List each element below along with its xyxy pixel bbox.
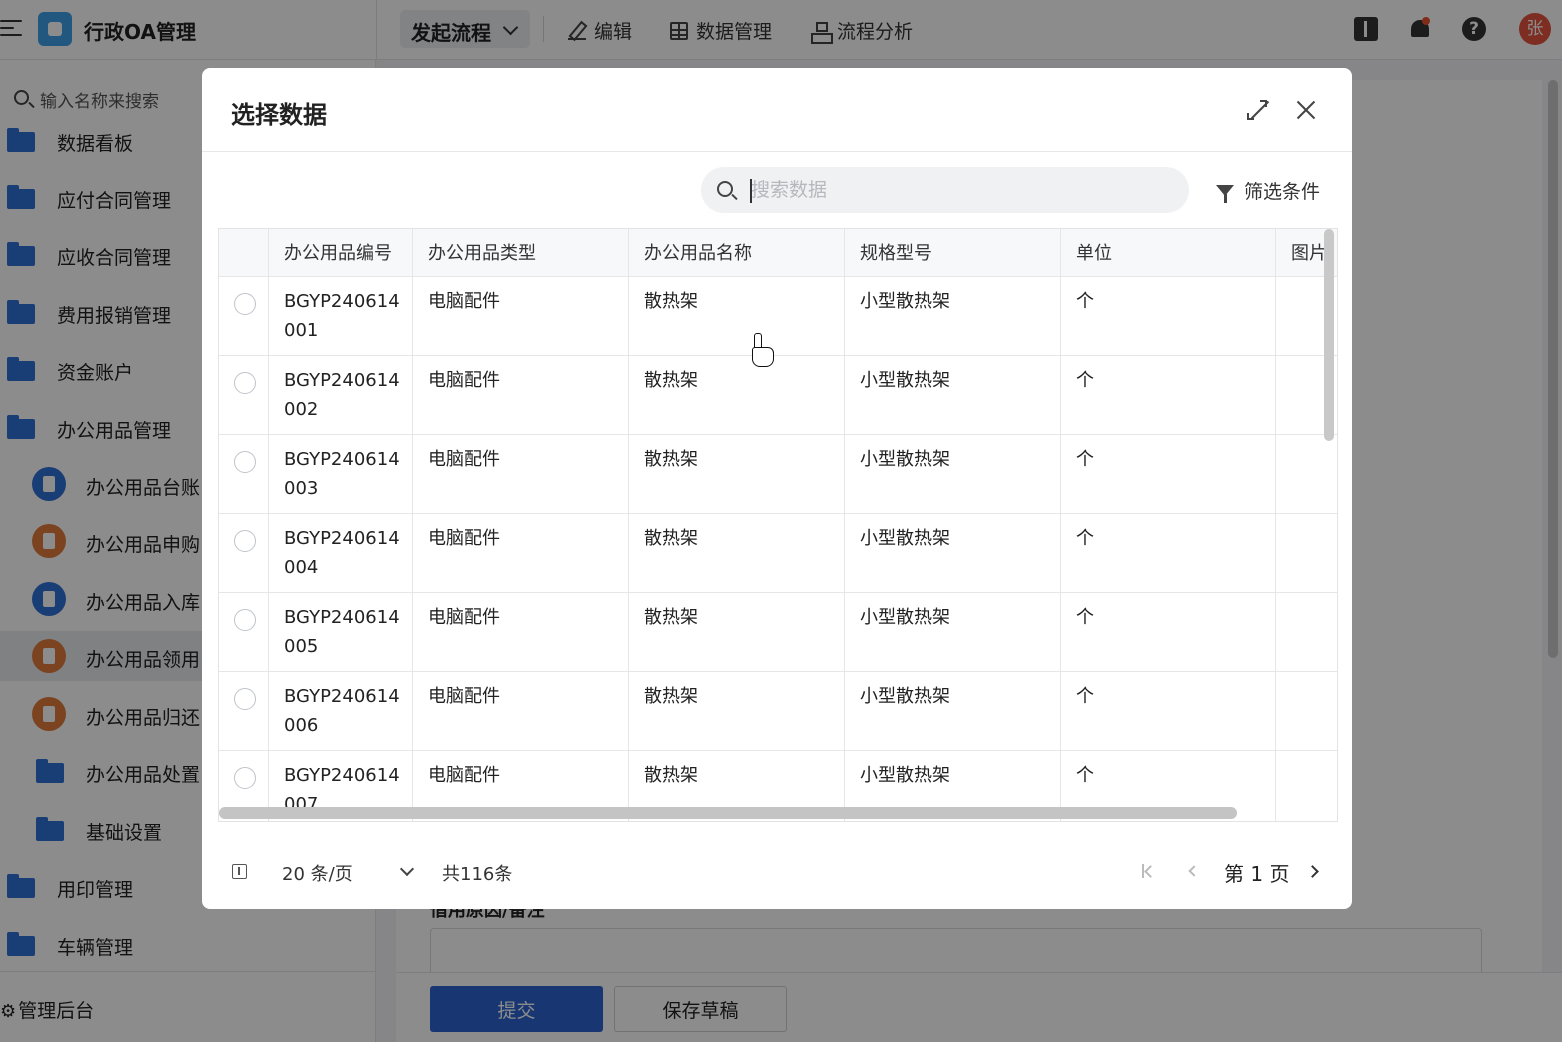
- type-cell: 电脑配件: [413, 593, 629, 671]
- spec-cell: 小型散热架: [845, 277, 1061, 355]
- first-page-icon[interactable]: [1142, 864, 1154, 878]
- data-search-input[interactable]: [701, 167, 1189, 213]
- name-cell: 散热架: [629, 672, 845, 750]
- code-cell: BGYP240614 006: [269, 672, 413, 750]
- type-cell: 电脑配件: [413, 277, 629, 355]
- table-horizontal-scrollbar[interactable]: [219, 807, 1237, 819]
- search-icon: [717, 181, 733, 197]
- data-table: 办公用品编号 办公用品类型 办公用品名称 规格型号 单位 图片 BGYP2406…: [218, 228, 1338, 822]
- code-cell: BGYP240614 001: [269, 277, 413, 355]
- unit-cell: 个: [1061, 593, 1276, 671]
- type-cell: 电脑配件: [413, 435, 629, 513]
- code-prefix: BGYP240614: [284, 686, 400, 707]
- column-header[interactable]: 办公用品编号: [269, 229, 413, 276]
- table-row[interactable]: BGYP240614 004 电脑配件 散热架 小型散热架 个: [219, 514, 1337, 593]
- unit-cell: 个: [1061, 435, 1276, 513]
- spec-cell: 小型散热架: [845, 435, 1061, 513]
- type-cell: 电脑配件: [413, 672, 629, 750]
- table-row[interactable]: BGYP240614 003 电脑配件 散热架 小型散热架 个: [219, 435, 1337, 514]
- page-indicator: 第 1 页: [1224, 862, 1290, 886]
- code-prefix: BGYP240614: [284, 291, 400, 312]
- select-data-dialog: 选择数据 筛选条件 办公用品编号 办公用品类型 办公用品名称 规格型号 单位 图…: [202, 68, 1352, 909]
- code-cell: BGYP240614 005: [269, 593, 413, 671]
- text-caret: [750, 179, 752, 203]
- expand-icon[interactable]: [1247, 100, 1267, 120]
- code-cell: BGYP240614 003: [269, 435, 413, 513]
- spec-cell: 小型散热架: [845, 593, 1061, 671]
- page-info-icon: [232, 864, 247, 879]
- divider: [202, 151, 1352, 152]
- code-cell: BGYP240614 004: [269, 514, 413, 592]
- prev-page-icon[interactable]: [1188, 865, 1200, 877]
- type-cell: 电脑配件: [413, 514, 629, 592]
- code-prefix: BGYP240614: [284, 370, 400, 391]
- code-suffix: 004: [284, 557, 319, 578]
- type-cell: 电脑配件: [413, 356, 629, 434]
- code-prefix: BGYP240614: [284, 607, 400, 628]
- code-suffix: 006: [284, 715, 319, 736]
- code-prefix: BGYP240614: [284, 765, 400, 786]
- code-prefix: BGYP240614: [284, 449, 400, 470]
- row-radio[interactable]: [234, 688, 256, 710]
- code-suffix: 005: [284, 636, 319, 657]
- row-radio[interactable]: [234, 372, 256, 394]
- dialog-title: 选择数据: [231, 101, 327, 129]
- image-cell: [1276, 435, 1337, 513]
- code-prefix: BGYP240614: [284, 528, 400, 549]
- unit-cell: 个: [1061, 514, 1276, 592]
- page-size-select[interactable]: 20 条/页: [282, 860, 353, 886]
- code-suffix: 002: [284, 399, 319, 420]
- image-cell: [1276, 751, 1337, 821]
- column-header[interactable]: 单位: [1061, 229, 1276, 276]
- name-cell: 散热架: [629, 435, 845, 513]
- filter-button[interactable]: 筛选条件: [1216, 177, 1320, 204]
- image-cell: [1276, 593, 1337, 671]
- image-cell: [1276, 672, 1337, 750]
- table-row[interactable]: BGYP240614 002 电脑配件 散热架 小型散热架 个: [219, 356, 1337, 435]
- table-row[interactable]: BGYP240614 006 电脑配件 散热架 小型散热架 个: [219, 672, 1337, 751]
- filter-icon: [1216, 185, 1234, 203]
- name-cell: 散热架: [629, 514, 845, 592]
- code-suffix: 003: [284, 478, 319, 499]
- filter-label: 筛选条件: [1244, 181, 1321, 203]
- row-radio[interactable]: [234, 767, 256, 789]
- table-row[interactable]: BGYP240614 001 电脑配件 散热架 小型散热架 个: [219, 277, 1337, 356]
- unit-cell: 个: [1061, 356, 1276, 434]
- header-select: [219, 229, 269, 276]
- table-row[interactable]: BGYP240614 005 电脑配件 散热架 小型散热架 个: [219, 593, 1337, 672]
- name-cell: 散热架: [629, 277, 845, 355]
- chevron-down-icon[interactable]: [399, 861, 415, 877]
- row-radio[interactable]: [234, 293, 256, 315]
- pointer-cursor-icon: [752, 333, 774, 367]
- row-radio[interactable]: [234, 609, 256, 631]
- image-cell: [1276, 514, 1337, 592]
- column-header[interactable]: 办公用品名称: [629, 229, 845, 276]
- row-radio[interactable]: [234, 530, 256, 552]
- name-cell: 散热架: [629, 593, 845, 671]
- next-page-icon[interactable]: [1306, 865, 1319, 878]
- spec-cell: 小型散热架: [845, 356, 1061, 434]
- row-radio[interactable]: [234, 451, 256, 473]
- code-cell: BGYP240614 002: [269, 356, 413, 434]
- name-cell: 散热架: [629, 356, 845, 434]
- column-header[interactable]: 办公用品类型: [413, 229, 629, 276]
- close-icon[interactable]: [1295, 99, 1317, 121]
- unit-cell: 个: [1061, 277, 1276, 355]
- spec-cell: 小型散热架: [845, 514, 1061, 592]
- column-header[interactable]: 规格型号: [845, 229, 1061, 276]
- code-suffix: 001: [284, 320, 319, 341]
- table-header: 办公用品编号 办公用品类型 办公用品名称 规格型号 单位 图片: [219, 229, 1337, 277]
- total-count: 共116条: [442, 864, 513, 885]
- unit-cell: 个: [1061, 672, 1276, 750]
- spec-cell: 小型散热架: [845, 672, 1061, 750]
- table-vertical-scrollbar[interactable]: [1324, 229, 1334, 441]
